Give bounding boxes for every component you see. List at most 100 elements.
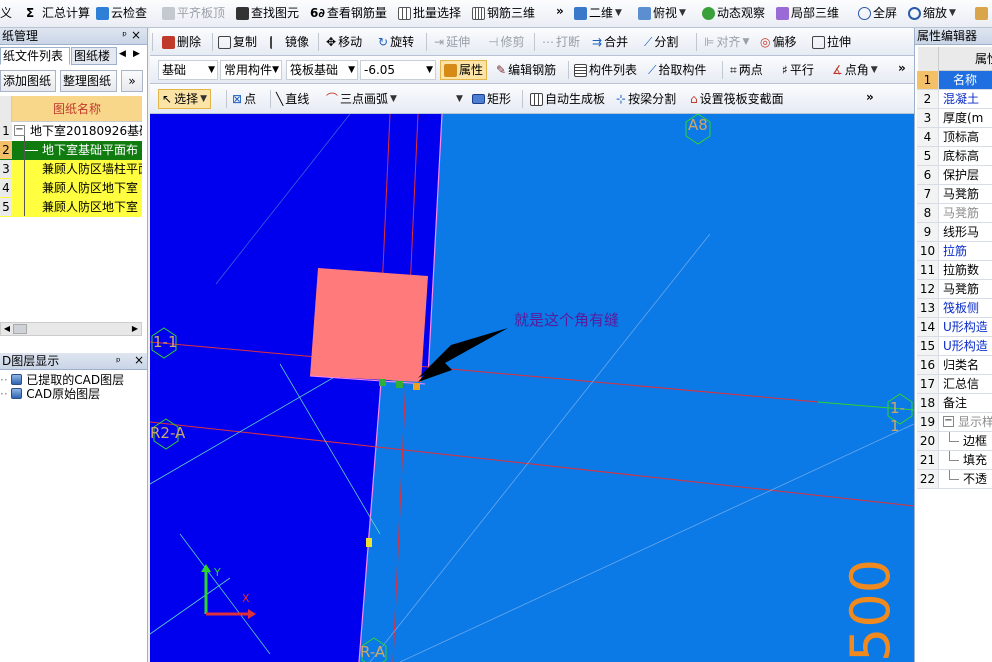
property-row[interactable]: 7 马凳筋 bbox=[917, 185, 992, 204]
three-point-arc-button[interactable]: ⌒ 三点画弧 ▼ bbox=[326, 89, 397, 109]
raft-variable-section-button[interactable]: ⌂ 设置筏板变截面 bbox=[690, 89, 784, 109]
horizontal-scrollbar[interactable]: ◀ ▶ bbox=[0, 322, 142, 336]
property-row[interactable]: 9 线形马 bbox=[917, 223, 992, 242]
menu-define[interactable]: 义 bbox=[0, 3, 12, 23]
canvas-drawing[interactable] bbox=[150, 114, 914, 662]
layer-checkbox-icon[interactable] bbox=[11, 388, 23, 399]
layer-panel-close-icon[interactable]: × bbox=[134, 353, 144, 367]
drawing-canvas[interactable]: 就是这个角有缝 A8 1-1 R2-A 1-1 R-A 500 Y X bbox=[150, 114, 914, 662]
common-component-select[interactable]: 常用构件 ▼ bbox=[220, 60, 282, 80]
property-row[interactable]: 21 填充 bbox=[917, 451, 992, 470]
auto-generate-slab-button[interactable]: 自动生成板 bbox=[530, 89, 605, 109]
property-row[interactable]: 13 筏板侧 bbox=[917, 299, 992, 318]
property-row[interactable]: 8 马凳筋 bbox=[917, 204, 992, 223]
floor-type-select[interactable]: 基础 ▼ bbox=[158, 60, 218, 80]
property-row[interactable]: 6 保护层 bbox=[917, 166, 992, 185]
scroll-left-icon[interactable]: ◀ bbox=[1, 323, 13, 335]
grip-handle[interactable] bbox=[396, 381, 403, 388]
stretch-button[interactable]: 拉伸 bbox=[812, 32, 851, 52]
property-row[interactable]: −19 显示样 bbox=[917, 413, 992, 432]
parallel-button[interactable]: ♯ 平行 bbox=[782, 60, 814, 80]
edit-rebar-button[interactable]: ✎ 编辑钢筋 bbox=[496, 60, 556, 80]
find-element-button[interactable]: 查找图元 bbox=[236, 3, 299, 23]
panel-pin-icon[interactable]: ᵖ bbox=[122, 29, 127, 42]
rectangle-button[interactable]: 矩形 bbox=[472, 89, 511, 109]
fullscreen-button[interactable]: 全屏 bbox=[858, 3, 897, 23]
line-button[interactable]: ╲ 直线 bbox=[276, 89, 309, 109]
rebar-3d-button[interactable]: 钢筋三维 bbox=[472, 3, 535, 23]
table-row[interactable]: 4 兼顾人防区地下室 bbox=[0, 179, 142, 198]
raft-foundation-select[interactable]: 筏板基础 ▼ bbox=[286, 60, 358, 80]
scrollbar-thumb[interactable] bbox=[13, 324, 27, 334]
mirror-button[interactable]: 镜像 bbox=[270, 32, 309, 52]
layer-panel-pin-icon[interactable]: ᵖ bbox=[116, 355, 121, 368]
break-button[interactable]: ⋯ 打断 bbox=[542, 32, 580, 52]
select-button[interactable]: ↖ 选择 ▼ bbox=[158, 89, 211, 109]
selected-slab-corner[interactable] bbox=[310, 268, 428, 382]
raft-slab-region[interactable] bbox=[359, 114, 914, 662]
property-row[interactable]: 10 拉筋 bbox=[917, 242, 992, 261]
collapse-icon[interactable]: − bbox=[14, 125, 25, 136]
extend-button[interactable]: ⇥ 延伸 bbox=[434, 32, 470, 52]
table-row[interactable]: 2 地下室基础平面布 bbox=[0, 141, 142, 160]
zoom-button[interactable]: 缩放 ▼ bbox=[908, 3, 956, 23]
point-button[interactable]: ⊠ 点 bbox=[232, 89, 256, 109]
tab-drawing-floor[interactable]: 图纸楼 bbox=[71, 47, 117, 65]
property-row[interactable]: 5 底标高 bbox=[917, 147, 992, 166]
local-3d-button[interactable]: 局部三维 bbox=[776, 3, 839, 23]
toolbar1-more[interactable]: » bbox=[556, 1, 564, 21]
view-rebar-button[interactable]: 6∂ 查看钢筋量 bbox=[310, 3, 387, 23]
property-row[interactable]: 17 汇总信 bbox=[917, 375, 992, 394]
trim-button[interactable]: ⊣ 修剪 bbox=[488, 32, 524, 52]
summary-calc-button[interactable]: Σ 汇总计算 bbox=[26, 3, 90, 23]
panel-close-icon[interactable]: × bbox=[131, 28, 141, 42]
property-row[interactable]: 4 顶标高 bbox=[917, 128, 992, 147]
flush-slab-top-button[interactable]: 平齐板顶 bbox=[162, 3, 225, 23]
table-row[interactable]: 5 兼顾人防区地下室 bbox=[0, 198, 142, 217]
layer-checkbox-icon[interactable] bbox=[11, 374, 23, 385]
rotate-button[interactable]: ↻ 旋转 bbox=[378, 32, 414, 52]
property-row[interactable]: 15 U形构造 bbox=[917, 337, 992, 356]
property-row[interactable]: 12 马凳筋 bbox=[917, 280, 992, 299]
grip-handle[interactable] bbox=[366, 538, 372, 547]
property-row[interactable]: 11 拉筋数 bbox=[917, 261, 992, 280]
delete-button[interactable]: 删除 bbox=[162, 32, 201, 52]
toolbar3-more[interactable]: » bbox=[898, 58, 906, 78]
pick-component-button[interactable]: ⟋ 拾取构件 bbox=[648, 60, 706, 80]
align-button[interactable]: ⊫ 对齐 ▼ bbox=[704, 32, 749, 52]
collapse-icon[interactable]: − bbox=[943, 416, 954, 427]
split-by-beam-button[interactable]: ⊹ 按梁分割 bbox=[616, 89, 676, 109]
tab-scroll-left-icon[interactable]: ◀ bbox=[119, 49, 126, 59]
copy-button[interactable]: 复制 bbox=[218, 32, 257, 52]
scroll-right-icon[interactable]: ▶ bbox=[129, 323, 141, 335]
split-button[interactable]: ⟋ 分割 bbox=[644, 32, 678, 52]
two-point-button[interactable]: ⌗ 两点 bbox=[730, 60, 763, 80]
property-row[interactable]: 22 不透 bbox=[917, 470, 992, 489]
cloud-check-button[interactable]: 云检查 bbox=[96, 3, 147, 23]
arc-mode-dropdown[interactable]: ▼ bbox=[456, 89, 463, 109]
table-row[interactable]: 3 兼顾人防区墙柱平面 bbox=[0, 160, 142, 179]
offset-button[interactable]: ◎ 偏移 bbox=[760, 32, 797, 52]
more-drawing-tools[interactable]: » bbox=[121, 70, 143, 92]
merge-button[interactable]: ⇉ 合并 bbox=[592, 32, 628, 52]
property-row[interactable]: 3 厚度(m bbox=[917, 109, 992, 128]
grip-handle[interactable] bbox=[379, 379, 386, 386]
extra-tool-icon[interactable] bbox=[975, 3, 988, 23]
property-row[interactable]: 18 备注 bbox=[917, 394, 992, 413]
property-row[interactable]: 14 U形构造 bbox=[917, 318, 992, 337]
property-row[interactable]: 2 混凝土 bbox=[917, 90, 992, 109]
point-angle-button[interactable]: ∡ 点角 ▼ bbox=[832, 60, 878, 80]
batch-select-button[interactable]: 批量选择 bbox=[398, 3, 461, 23]
top-view-button[interactable]: 俯视 ▼ bbox=[638, 3, 686, 23]
tab-drawing-file-list[interactable]: 纸文件列表 bbox=[0, 47, 70, 65]
2d-view-button[interactable]: 二维 ▼ bbox=[574, 3, 622, 23]
property-row[interactable]: 20 边框 bbox=[917, 432, 992, 451]
component-list-button[interactable]: 构件列表 bbox=[574, 60, 637, 80]
grip-handle[interactable] bbox=[413, 383, 420, 390]
table-row[interactable]: 1 − 地下室20180926基础 bbox=[0, 122, 142, 141]
properties-button[interactable]: 属性 bbox=[440, 60, 488, 80]
toolbar4-more[interactable]: » bbox=[866, 87, 874, 107]
organize-drawing-button[interactable]: 整理图纸 bbox=[60, 70, 117, 92]
elevation-select[interactable]: -6.05 ▼ bbox=[360, 60, 436, 80]
layer-item[interactable]: ·· CAD原始图层 bbox=[0, 386, 100, 402]
